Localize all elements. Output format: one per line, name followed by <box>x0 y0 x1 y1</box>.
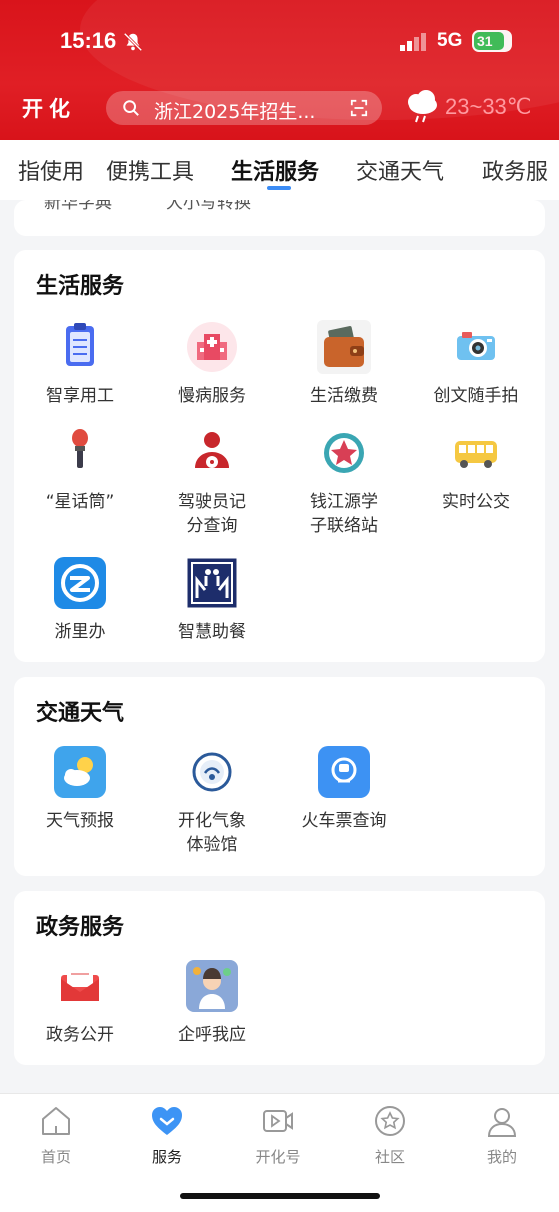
nav-profile[interactable]: 我的 <box>452 1104 552 1167</box>
category-tabs: 指使用 便携工具 生活服务 交通天气 政务服 <box>0 140 559 200</box>
app-logo: 开化 <box>22 96 76 121</box>
hospital-icon <box>187 322 237 372</box>
service-smart-employment[interactable]: 智享用工 <box>14 320 146 408</box>
service-label: 企呼我应 <box>178 1025 246 1045</box>
service-label: 智享用工 <box>46 386 114 406</box>
nav-label: 首页 <box>40 1148 71 1166</box>
scan-icon[interactable] <box>350 99 368 117</box>
header: 15:16 5G 31 开化 浙江2025年招生... 23~33℃ <box>0 0 559 140</box>
customer-service-icon <box>186 960 238 1012</box>
battery-icon: 31 <box>472 30 512 52</box>
service-label: 实时公交 <box>442 492 510 512</box>
nav-label: 服务 <box>151 1148 182 1166</box>
tab-portable-tools[interactable]: 便携工具 <box>106 154 194 186</box>
government-services-card: 政务服务 政务公开 企呼我应 <box>14 891 545 1065</box>
section-title: 政务服务 <box>36 915 125 940</box>
section-title: 交通天气 <box>36 701 125 726</box>
service-realtime-bus[interactable]: 实时公交 <box>410 426 542 514</box>
service-label: 政务公开 <box>46 1025 114 1045</box>
status-time: 15:16 <box>60 28 117 53</box>
network-type: 5G <box>437 30 463 51</box>
service-star-microphone[interactable]: “星话筒” <box>14 426 146 514</box>
service-label: 慢病服务 <box>178 386 246 406</box>
service-enterprise-call[interactable]: 企呼我应 <box>146 959 278 1047</box>
search-icon <box>123 100 139 116</box>
star-circle-icon <box>375 1106 405 1136</box>
service-government-disclosure[interactable]: 政务公开 <box>14 959 146 1047</box>
service-zheliban[interactable]: 浙里办 <box>14 556 146 644</box>
driver-icon <box>195 432 229 468</box>
search-bar[interactable]: 浙江2025年招生... <box>106 91 382 125</box>
service-student-liaison[interactable]: 钱江源学 子联络站 <box>278 426 410 538</box>
service-label: 生活缴费 <box>310 386 378 406</box>
service-train-tickets[interactable]: 火车票查询 <box>278 745 410 833</box>
service-label: 开化气象 体验馆 <box>178 811 246 855</box>
tab-traffic-weather[interactable]: 交通天气 <box>356 154 444 186</box>
user-icon <box>487 1108 517 1137</box>
nav-kaihua-channel[interactable]: 开化号 <box>228 1104 328 1167</box>
service-driver-points[interactable]: 驾驶员记 分查询 <box>146 426 278 538</box>
clipped-item-case-convert[interactable]: 大小写转换 <box>166 200 251 213</box>
zheliban-app-icon <box>54 557 106 609</box>
life-services-card: 生活服务 智享用工 慢病服务 生活缴费 创文随手拍 “星话筒” 驾驶员记 分查询… <box>14 250 545 662</box>
tab-life-services[interactable]: 生活服务 <box>231 154 319 186</box>
active-tab-indicator <box>267 186 291 190</box>
train-ticket-icon <box>318 746 370 798</box>
service-label: 智慧助餐 <box>178 622 246 642</box>
search-placeholder: 浙江2025年招生... <box>154 101 316 123</box>
service-label: 浙里办 <box>54 622 106 642</box>
signal-icon <box>400 33 426 51</box>
weather-rain-icon[interactable] <box>403 90 441 124</box>
tools-card: 新华字典 大小写转换 <box>14 200 545 236</box>
tab-usage[interactable]: 指使用 <box>18 154 84 186</box>
bus-icon <box>455 441 497 468</box>
heart-icon <box>152 1107 182 1135</box>
envelope-icon <box>61 969 99 1001</box>
service-label: “星话筒” <box>45 492 115 512</box>
service-civic-snapshot[interactable]: 创文随手拍 <box>410 320 542 408</box>
camera-icon <box>457 332 495 360</box>
tab-government[interactable]: 政务服 <box>482 154 548 186</box>
nav-label: 开化号 <box>255 1148 301 1166</box>
helping-hands-icon <box>187 558 237 608</box>
nav-label: 我的 <box>486 1148 517 1166</box>
home-icon <box>42 1107 70 1135</box>
service-label: 创文随手拍 <box>433 386 519 406</box>
nav-label: 社区 <box>374 1148 405 1166</box>
traffic-weather-card: 交通天气 天气预报 开化气象 体验馆 火车票查询 <box>14 677 545 876</box>
weather-forecast-icon <box>54 746 106 798</box>
home-indicator <box>180 1193 380 1199</box>
bell-muted-icon <box>123 32 143 52</box>
service-weather-forecast[interactable]: 天气预报 <box>14 745 146 833</box>
service-label: 天气预报 <box>46 811 114 831</box>
nav-community[interactable]: 社区 <box>340 1104 440 1167</box>
service-smart-meal[interactable]: 智慧助餐 <box>146 556 278 644</box>
section-title: 生活服务 <box>36 274 125 299</box>
clipboard-icon <box>66 323 94 366</box>
meteorology-emblem-icon <box>192 752 232 792</box>
nav-services[interactable]: 服务 <box>117 1104 217 1167</box>
wallet-icon <box>317 320 371 374</box>
service-label: 驾驶员记 分查询 <box>178 492 246 536</box>
service-meteorology-museum[interactable]: 开化气象 体验馆 <box>146 745 278 857</box>
emblem-icon <box>324 433 364 473</box>
nav-home[interactable]: 首页 <box>6 1104 106 1167</box>
microphone-icon <box>72 429 88 468</box>
service-label: 钱江源学 子联络站 <box>310 492 378 536</box>
temperature: 23~33℃ <box>445 94 532 119</box>
service-utility-payment[interactable]: 生活缴费 <box>278 320 410 408</box>
service-label: 火车票查询 <box>301 811 387 831</box>
service-chronic-disease[interactable]: 慢病服务 <box>146 320 278 408</box>
battery-level: 31 <box>474 32 504 50</box>
clipped-item-dictionary[interactable]: 新华字典 <box>44 200 112 213</box>
video-play-icon <box>263 1110 293 1132</box>
